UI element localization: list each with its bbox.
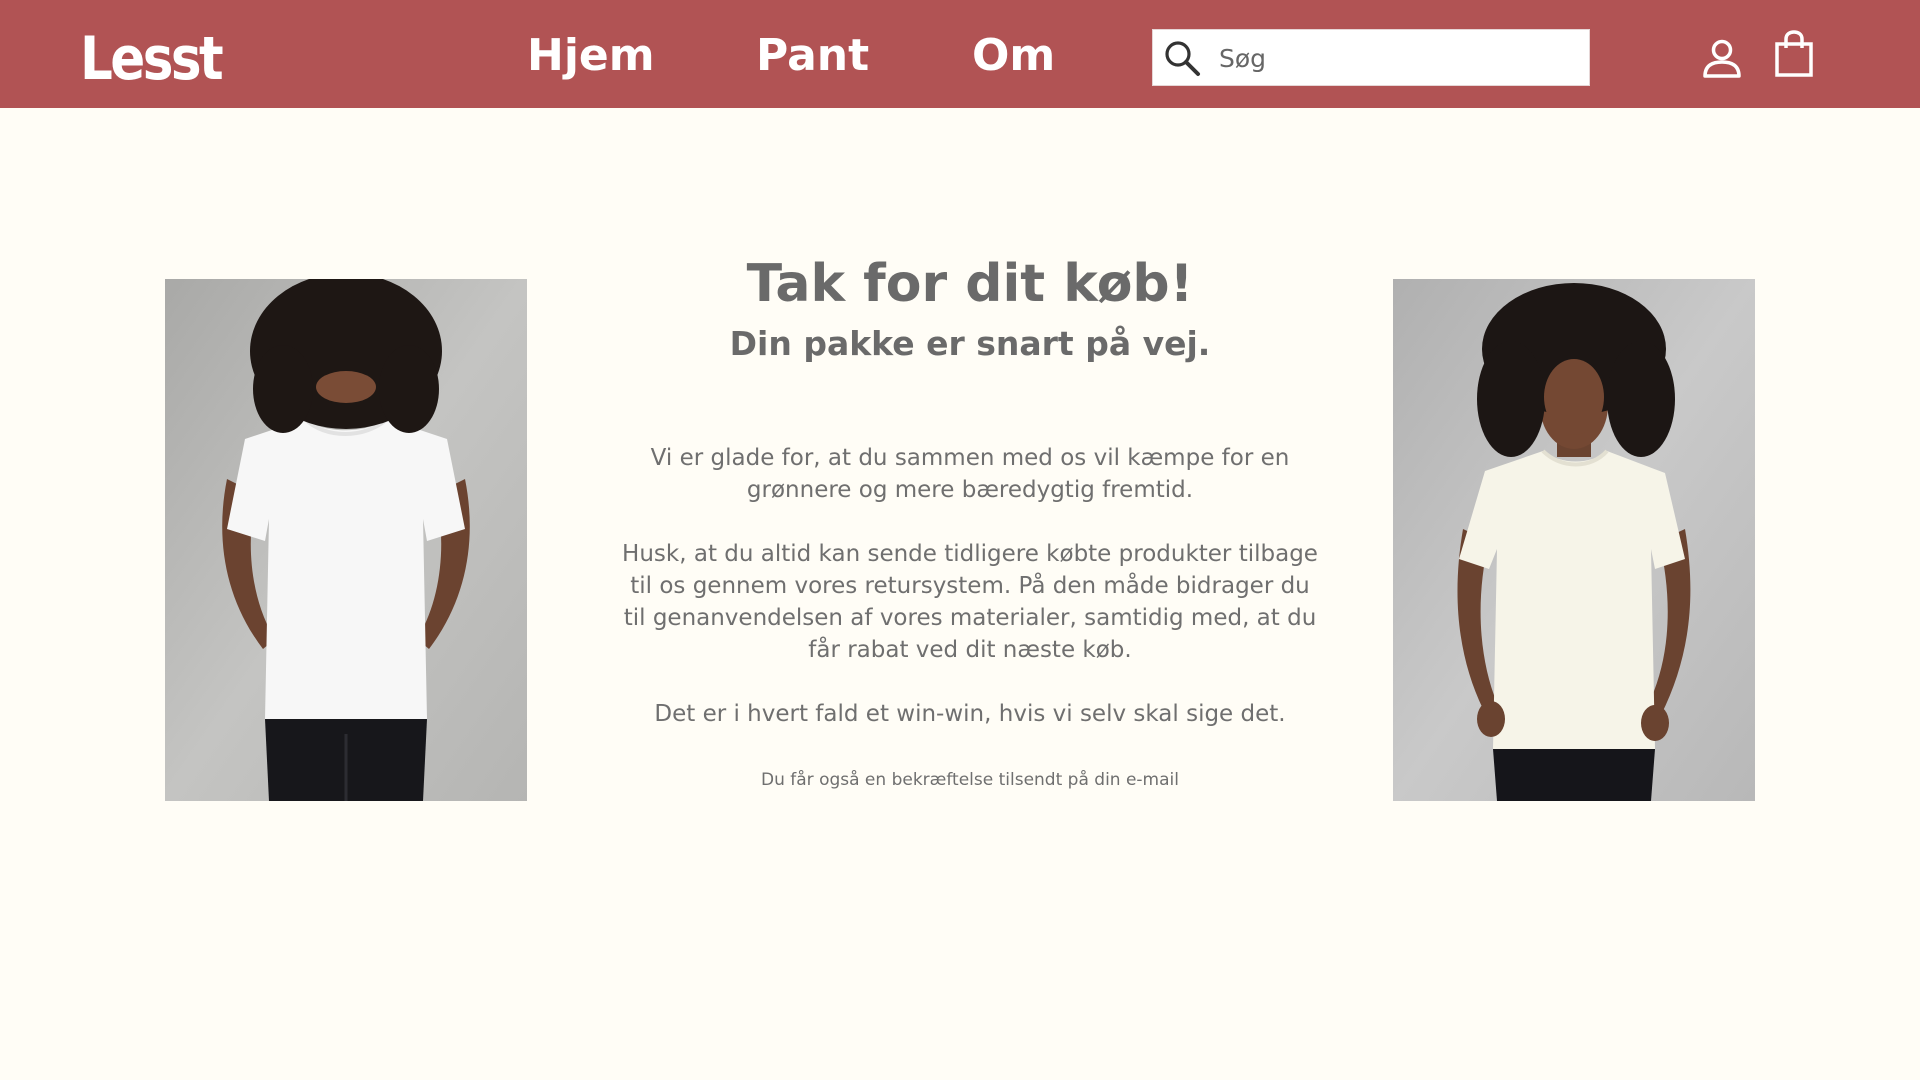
nav-link-hjem[interactable]: Hjem xyxy=(527,24,655,88)
model-photo-right xyxy=(1393,279,1755,801)
model-smiling-illustration xyxy=(1393,279,1755,801)
model-laughing-illustration xyxy=(165,279,527,801)
nav-link-om[interactable]: Om xyxy=(972,24,1055,88)
nav-link-pant[interactable]: Pant xyxy=(756,24,869,88)
account-icon[interactable] xyxy=(1700,38,1744,80)
search-input[interactable] xyxy=(1217,34,1577,82)
search-box[interactable] xyxy=(1152,29,1590,86)
confirmation-message: Tak for dit køb! Din pakke er snart på v… xyxy=(620,246,1320,792)
site-header: Lesst Hjem Pant Om xyxy=(0,0,1920,108)
page-subtitle: Din pakke er snart på vej. xyxy=(729,324,1211,363)
model-photo-left xyxy=(165,279,527,801)
paragraph-win-win: Det er i hvert fald et win-win, hvis vi … xyxy=(654,701,1286,727)
logo[interactable]: Lesst xyxy=(80,16,224,102)
paragraph-thanks: Vi er glade for, at du sammen med os vil… xyxy=(650,445,1290,503)
page-title: Tak for dit køb! xyxy=(746,254,1194,314)
email-confirmation-note: Du får også en bekræftelse tilsendt på d… xyxy=(761,770,1179,790)
paragraph-return-system: Husk, at du altid kan sende tidligere kø… xyxy=(622,541,1318,663)
shopping-bag-icon[interactable] xyxy=(1774,30,1814,78)
search-icon[interactable] xyxy=(1162,38,1202,78)
